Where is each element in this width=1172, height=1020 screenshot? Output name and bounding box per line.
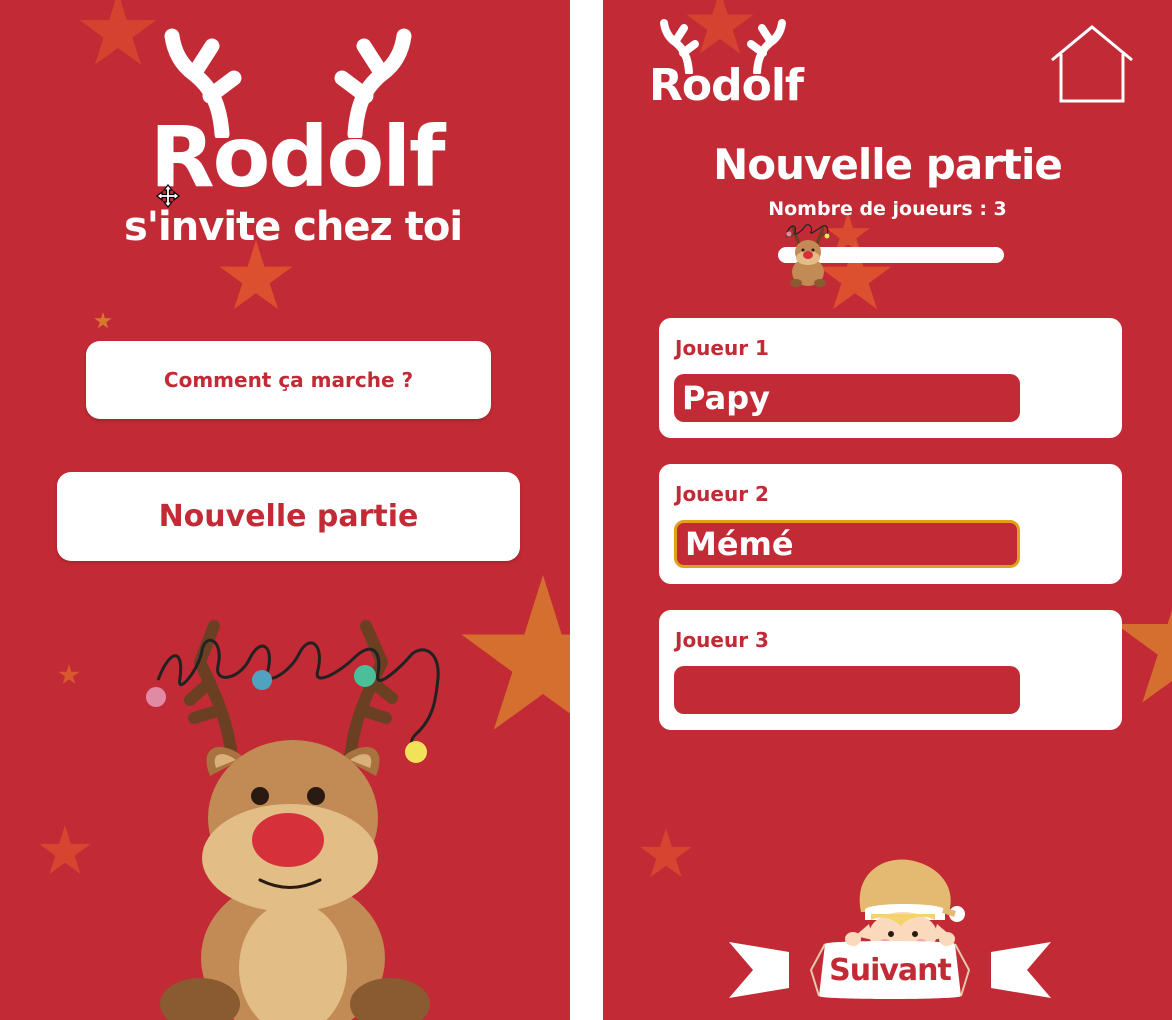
player-label: Joueur 3 [675, 628, 769, 652]
star-decor [219, 240, 293, 310]
reindeer-mascot [146, 620, 440, 1020]
new-game-screen: Rodolf Nouvelle partie Nombre de joueurs… [603, 0, 1172, 1020]
star-decor [58, 664, 80, 685]
page-title: Nouvelle partie [713, 140, 1063, 189]
player-name-input-2[interactable] [674, 520, 1020, 568]
logo-title: Rodolf [150, 108, 446, 206]
players-count-label: Nombre de joueurs : 3 [768, 198, 1007, 220]
move-cursor-icon [156, 184, 180, 208]
player-card-1: Joueur 1 [659, 318, 1122, 438]
new-game-button[interactable]: Nouvelle partie [57, 472, 520, 561]
player-card-3: Joueur 3 [659, 610, 1122, 730]
how-it-works-label: Comment ça marche ? [163, 368, 414, 392]
next-label: Suivant [829, 952, 952, 988]
player-label: Joueur 2 [675, 482, 769, 506]
home-icon[interactable] [1049, 24, 1135, 104]
star-decor [39, 825, 91, 875]
new-game-label: Nouvelle partie [158, 499, 419, 534]
player-name-input-1[interactable] [674, 374, 1020, 422]
logo-title: Rodolf [649, 60, 804, 111]
star-decor [94, 312, 112, 329]
how-it-works-button[interactable]: Comment ça marche ? [86, 341, 491, 419]
star-decor [461, 575, 570, 730]
next-button[interactable]: Suivant [825, 944, 955, 996]
player-name-input-3[interactable] [674, 666, 1020, 714]
slider-reindeer-thumb-icon[interactable] [783, 220, 833, 288]
player-card-2: Joueur 2 [659, 464, 1122, 584]
player-label: Joueur 1 [675, 336, 769, 360]
star-decor [79, 0, 157, 65]
logo-subtitle: s'invite chez toi [124, 204, 463, 250]
home-screen: Rodolf s'invite chez toi Comment ça marc… [0, 0, 570, 1020]
star-decor [640, 828, 692, 878]
